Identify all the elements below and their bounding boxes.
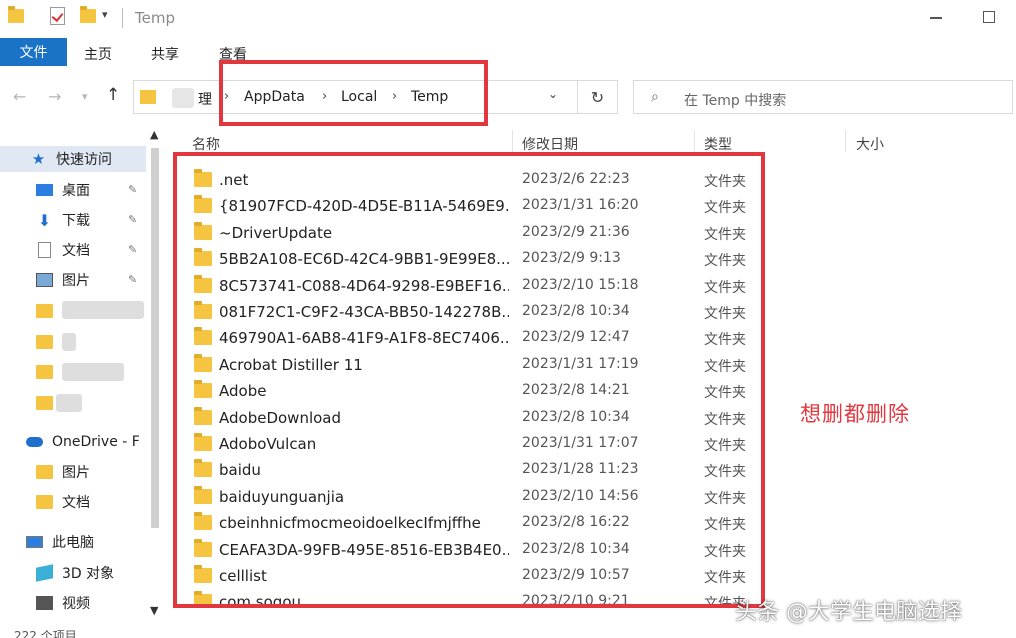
refresh-icon: ↻ xyxy=(590,87,605,107)
star-icon: ★ xyxy=(31,150,46,168)
folder-icon xyxy=(36,365,53,379)
sidebar-scrollbar[interactable]: ▲ ▼ xyxy=(148,126,162,638)
document-icon xyxy=(38,242,51,258)
sidebar-item-onedrive-documents[interactable]: 文档 xyxy=(36,489,90,515)
3d-objects-icon xyxy=(36,564,53,582)
sidebar-item-label: 快速访问 xyxy=(56,152,112,168)
address-dropdown-icon[interactable]: ⌄ xyxy=(548,87,558,101)
tab-file[interactable]: 文件 xyxy=(0,38,67,66)
sidebar-item-onedrive-pictures[interactable]: 图片 xyxy=(36,459,90,485)
sidebar-item-redacted[interactable] xyxy=(36,329,62,355)
properties-icon[interactable] xyxy=(50,7,65,25)
folder-icon xyxy=(36,396,53,410)
sidebar-item-label: 图片 xyxy=(62,465,90,481)
sidebar-item-3d-objects[interactable]: 3D 对象 xyxy=(36,560,114,586)
column-divider[interactable] xyxy=(845,130,846,152)
pin-icon[interactable]: ✎ xyxy=(128,273,137,286)
redacted-label xyxy=(62,363,124,381)
customize-quick-access-icon[interactable]: ▾ xyxy=(102,8,108,21)
column-header-date[interactable]: 修改日期 xyxy=(522,134,578,154)
column-divider[interactable] xyxy=(694,130,695,152)
back-arrow-icon[interactable]: ← xyxy=(13,87,26,106)
scrollbar-thumb[interactable] xyxy=(151,148,159,528)
download-icon: ⬇ xyxy=(37,210,52,230)
sidebar-item-quick-access[interactable]: ★ 快速访问 xyxy=(0,146,146,172)
sidebar-item-label: 此电脑 xyxy=(52,535,94,551)
search-icon: ⌕ xyxy=(651,89,659,105)
folder-icon xyxy=(36,335,53,349)
highlight-box xyxy=(219,60,488,126)
maximize-button[interactable] xyxy=(983,11,995,23)
redacted-label xyxy=(62,301,144,319)
minimize-button[interactable] xyxy=(930,17,942,19)
new-folder-icon[interactable] xyxy=(80,6,96,23)
breadcrumb-partial[interactable]: 理 xyxy=(198,89,212,109)
sidebar-item-documents[interactable]: 文档 xyxy=(36,237,90,263)
column-header-size[interactable]: 大小 xyxy=(856,134,884,154)
scroll-down-icon[interactable]: ▼ xyxy=(150,604,158,617)
redacted-label xyxy=(62,333,76,351)
sidebar-item-videos[interactable]: 视频 xyxy=(36,590,90,616)
navigation-bar: ← → ▾ ↑ 理 › AppData › Local › Temp ⌄ ↻ ⌕… xyxy=(0,68,1016,126)
pin-icon[interactable]: ✎ xyxy=(128,183,137,196)
sidebar-item-desktop[interactable]: 桌面 xyxy=(36,177,90,203)
folder-icon xyxy=(36,495,53,509)
sidebar-item-label: 文档 xyxy=(62,243,90,259)
search-placeholder: 在 Temp 中搜索 xyxy=(684,93,787,109)
annotation-text: 想删都删除 xyxy=(800,402,910,426)
refresh-button[interactable]: ↻ xyxy=(578,80,618,114)
pin-icon[interactable]: ✎ xyxy=(128,243,137,256)
blurred-path-segment xyxy=(172,88,194,108)
divider xyxy=(122,8,123,28)
column-header-name[interactable]: 名称 xyxy=(192,134,220,154)
sidebar-item-label: 3D 对象 xyxy=(62,566,115,582)
cloud-icon xyxy=(26,437,43,447)
sidebar-item-label: 视频 xyxy=(62,596,90,612)
highlight-box xyxy=(173,152,765,608)
sidebar-item-label: 文档 xyxy=(62,495,90,511)
title-bar: ▾ Temp xyxy=(0,0,1016,36)
sidebar-item-downloads[interactable]: ⬇ 下载 xyxy=(36,207,90,233)
navigation-pane: ★ 快速访问 桌面 ✎ ⬇ 下载 ✎ 文档 ✎ 图片 ✎ OneDrive - … xyxy=(0,126,162,638)
sidebar-item-onedrive[interactable]: OneDrive - F xyxy=(26,429,140,455)
window-title: Temp xyxy=(135,9,175,27)
tab-share[interactable]: 共享 xyxy=(151,44,179,64)
column-header-type[interactable]: 类型 xyxy=(704,134,732,154)
sidebar-item-label: OneDrive - F xyxy=(52,434,140,450)
forward-arrow-icon[interactable]: → xyxy=(48,87,61,106)
sidebar-item-redacted[interactable] xyxy=(36,359,62,385)
folder-icon xyxy=(36,465,53,479)
sidebar-item-pictures[interactable]: 图片 xyxy=(36,267,90,293)
tab-home[interactable]: 主页 xyxy=(84,44,112,64)
folder-icon xyxy=(140,90,156,104)
desktop-icon xyxy=(36,184,53,196)
sidebar-item-redacted[interactable] xyxy=(36,298,62,324)
column-divider[interactable] xyxy=(512,130,513,152)
up-arrow-icon[interactable]: ↑ xyxy=(106,85,120,105)
status-item-count: 222 个项目 xyxy=(14,629,77,638)
redacted-label xyxy=(56,394,82,412)
pictures-icon xyxy=(36,273,53,287)
pin-icon[interactable]: ✎ xyxy=(128,213,137,226)
search-input[interactable]: ⌕ 在 Temp 中搜索 xyxy=(633,80,1013,114)
video-icon xyxy=(36,596,53,610)
watermark: 头条 @大学生电脑选择 xyxy=(735,600,962,625)
sidebar-item-this-pc[interactable]: 此电脑 xyxy=(26,529,94,555)
folder-icon xyxy=(36,304,53,318)
sidebar-item-label: 图片 xyxy=(62,273,90,289)
sidebar-item-label: 桌面 xyxy=(62,183,90,199)
sidebar-item-label: 下载 xyxy=(62,213,90,229)
ribbon-tabs: 文件 主页 共享 查看 xyxy=(0,36,1016,68)
computer-icon xyxy=(26,536,43,548)
scroll-up-icon[interactable]: ▲ xyxy=(150,128,158,141)
folder-icon xyxy=(8,6,24,23)
recent-locations-icon[interactable]: ▾ xyxy=(82,90,88,103)
